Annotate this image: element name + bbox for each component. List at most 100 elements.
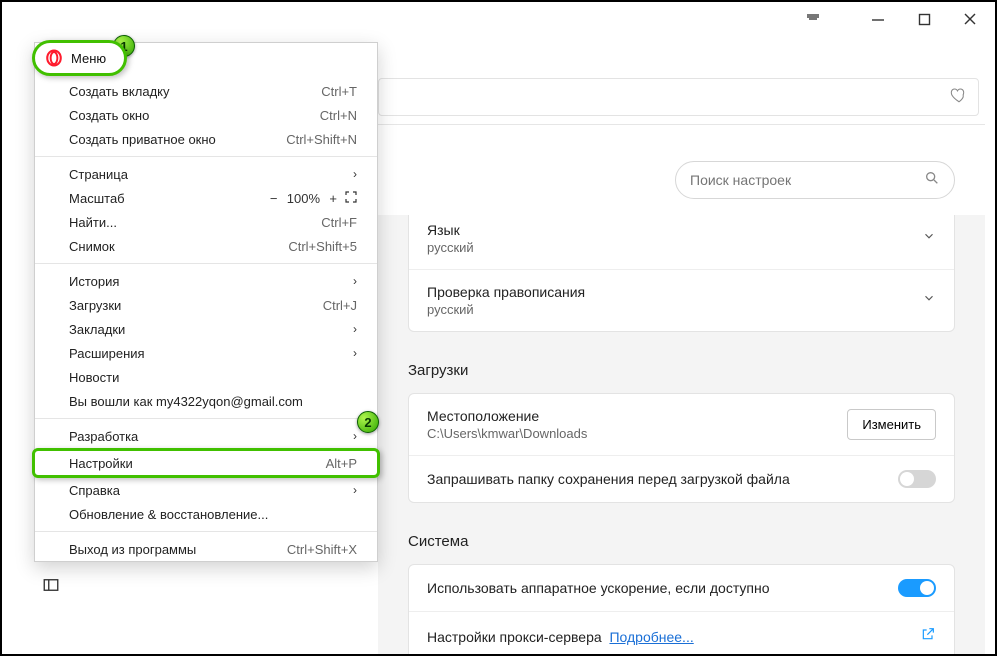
step-badge-2: 2 bbox=[357, 411, 379, 433]
menu-new-private[interactable]: Создать приватное окно Ctrl+Shift+N bbox=[35, 127, 377, 151]
menu-history[interactable]: История › bbox=[35, 269, 377, 293]
menu-shortcut: Ctrl+J bbox=[323, 298, 357, 313]
menu-label: Масштаб bbox=[69, 191, 125, 206]
proxy-row[interactable]: Настройки прокси-сервера Подробнее... bbox=[409, 611, 954, 654]
window-controls bbox=[869, 10, 979, 28]
menu-shortcut: Alt+P bbox=[326, 456, 357, 471]
spellcheck-label: Проверка правописания bbox=[427, 284, 585, 300]
menu-news[interactable]: Новости bbox=[35, 365, 377, 389]
menu-label: Обновление & восстановление... bbox=[69, 507, 268, 522]
menu-find[interactable]: Найти... Ctrl+F bbox=[35, 210, 377, 234]
search-icon bbox=[924, 170, 940, 191]
menu-label: Найти... bbox=[69, 215, 117, 230]
customize-toolbar-icon[interactable] bbox=[804, 10, 822, 33]
main-menu-dropdown: Меню Создать вкладку Ctrl+T Создать окно C… bbox=[34, 42, 378, 562]
location-label: Местоположение bbox=[427, 408, 587, 424]
menu-exit[interactable]: Выход из программы Ctrl+Shift+X bbox=[35, 537, 377, 561]
system-title: Система bbox=[378, 527, 985, 564]
menu-shortcut: Ctrl+Shift+X bbox=[287, 542, 357, 557]
menu-bookmarks[interactable]: Закладки › bbox=[35, 317, 377, 341]
settings-search-input[interactable] bbox=[690, 172, 914, 188]
menu-page[interactable]: Страница › bbox=[35, 162, 377, 186]
menu-new-tab[interactable]: Создать вкладку Ctrl+T bbox=[35, 79, 377, 103]
address-bar[interactable] bbox=[378, 78, 979, 116]
chevron-right-icon: › bbox=[353, 167, 357, 181]
language-label: Язык bbox=[427, 222, 474, 238]
menu-label: Выход из программы bbox=[69, 542, 196, 557]
settings-pane: Язык русский Проверка правописания русск… bbox=[378, 145, 985, 654]
system-card: Использовать аппаратное ускорение, если … bbox=[408, 564, 955, 654]
chevron-right-icon: › bbox=[353, 483, 357, 497]
menu-zoom[interactable]: Масштаб − 100% + bbox=[35, 186, 377, 210]
menu-label: Создать приватное окно bbox=[69, 132, 216, 147]
downloads-card: Местоположение C:\Users\kmwar\Downloads … bbox=[408, 393, 955, 503]
maximize-button[interactable] bbox=[915, 10, 933, 28]
chevron-down-icon bbox=[922, 291, 936, 310]
search-box[interactable] bbox=[675, 161, 955, 199]
menu-label: Страница bbox=[69, 167, 128, 182]
ask-where-toggle[interactable] bbox=[898, 470, 936, 488]
language-row[interactable]: Язык русский bbox=[409, 215, 954, 269]
chevron-right-icon: › bbox=[353, 346, 357, 360]
close-button[interactable] bbox=[961, 10, 979, 28]
proxy-learn-more-link[interactable]: Подробнее... bbox=[609, 629, 693, 645]
menu-new-window[interactable]: Создать окно Ctrl+N bbox=[35, 103, 377, 127]
menu-label: Создать окно bbox=[69, 108, 149, 123]
menu-shortcut: Ctrl+Shift+N bbox=[286, 132, 357, 147]
menu-snapshot[interactable]: Снимок Ctrl+Shift+5 bbox=[35, 234, 377, 258]
menu-label: Снимок bbox=[69, 239, 115, 254]
zoom-in-button[interactable]: + bbox=[329, 191, 337, 206]
hw-accel-toggle[interactable] bbox=[898, 579, 936, 597]
language-value: русский bbox=[427, 240, 474, 255]
menu-update[interactable]: Обновление & восстановление... bbox=[35, 502, 377, 526]
language-card: Язык русский Проверка правописания русск… bbox=[408, 215, 955, 332]
ask-where-label: Запрашивать папку сохранения перед загру… bbox=[427, 471, 790, 487]
zoom-value: 100% bbox=[285, 191, 321, 206]
menu-downloads[interactable]: Загрузки Ctrl+J bbox=[35, 293, 377, 317]
spellcheck-row[interactable]: Проверка правописания русский bbox=[409, 269, 954, 331]
location-value: C:\Users\kmwar\Downloads bbox=[427, 426, 587, 441]
menu-label: Расширения bbox=[69, 346, 145, 361]
external-link-icon bbox=[920, 626, 936, 647]
menu-label: Разработка bbox=[69, 429, 138, 444]
menu-shortcut: Ctrl+Shift+5 bbox=[288, 239, 357, 254]
menu-label: Закладки bbox=[69, 322, 125, 337]
chevron-right-icon: › bbox=[353, 274, 357, 288]
proxy-label: Настройки прокси-сервера Подробнее... bbox=[427, 629, 694, 645]
hw-accel-label: Использовать аппаратное ускорение, если … bbox=[427, 580, 769, 596]
menu-label: Вы вошли как my4322yqon@gmail.com bbox=[69, 394, 303, 409]
chevron-right-icon: › bbox=[353, 429, 357, 443]
menu-label: История bbox=[69, 274, 119, 289]
opera-logo-icon bbox=[45, 49, 63, 67]
menu-dev[interactable]: Разработка › bbox=[35, 424, 377, 448]
zoom-out-button[interactable]: − bbox=[270, 191, 278, 206]
spellcheck-value: русский bbox=[427, 302, 585, 317]
menu-label: Загрузки bbox=[69, 298, 121, 313]
sidebar-panel-icon[interactable] bbox=[42, 576, 60, 599]
downloads-title: Загрузки bbox=[378, 356, 985, 393]
change-location-button[interactable]: Изменить bbox=[847, 409, 936, 440]
fullscreen-icon[interactable] bbox=[345, 191, 357, 206]
chevron-right-icon: › bbox=[353, 322, 357, 336]
menu-shortcut: Ctrl+T bbox=[321, 84, 357, 99]
menu-shortcut: Ctrl+N bbox=[320, 108, 357, 123]
settings-header bbox=[378, 145, 985, 215]
download-location-row: Местоположение C:\Users\kmwar\Downloads … bbox=[409, 394, 954, 455]
menu-help[interactable]: Справка › bbox=[35, 478, 377, 502]
menu-label: Настройки bbox=[69, 456, 133, 471]
menu-settings[interactable]: Настройки Alt+P bbox=[32, 448, 380, 478]
chevron-down-icon bbox=[922, 229, 936, 248]
menu-signedin[interactable]: Вы вошли как my4322yqon@gmail.com bbox=[35, 389, 377, 413]
menu-label: Справка bbox=[69, 483, 120, 498]
menu-shortcut: Ctrl+F bbox=[321, 215, 357, 230]
heart-icon[interactable] bbox=[950, 86, 968, 109]
menu-button[interactable]: Меню bbox=[32, 40, 127, 76]
proxy-text: Настройки прокси-сервера bbox=[427, 629, 602, 645]
menu-title: Меню bbox=[71, 51, 106, 66]
hw-accel-row[interactable]: Использовать аппаратное ускорение, если … bbox=[409, 565, 954, 611]
menu-label: Новости bbox=[69, 370, 119, 385]
minimize-button[interactable] bbox=[869, 10, 887, 28]
menu-extensions[interactable]: Расширения › bbox=[35, 341, 377, 365]
ask-where-row[interactable]: Запрашивать папку сохранения перед загру… bbox=[409, 455, 954, 502]
menu-label: Создать вкладку bbox=[69, 84, 170, 99]
